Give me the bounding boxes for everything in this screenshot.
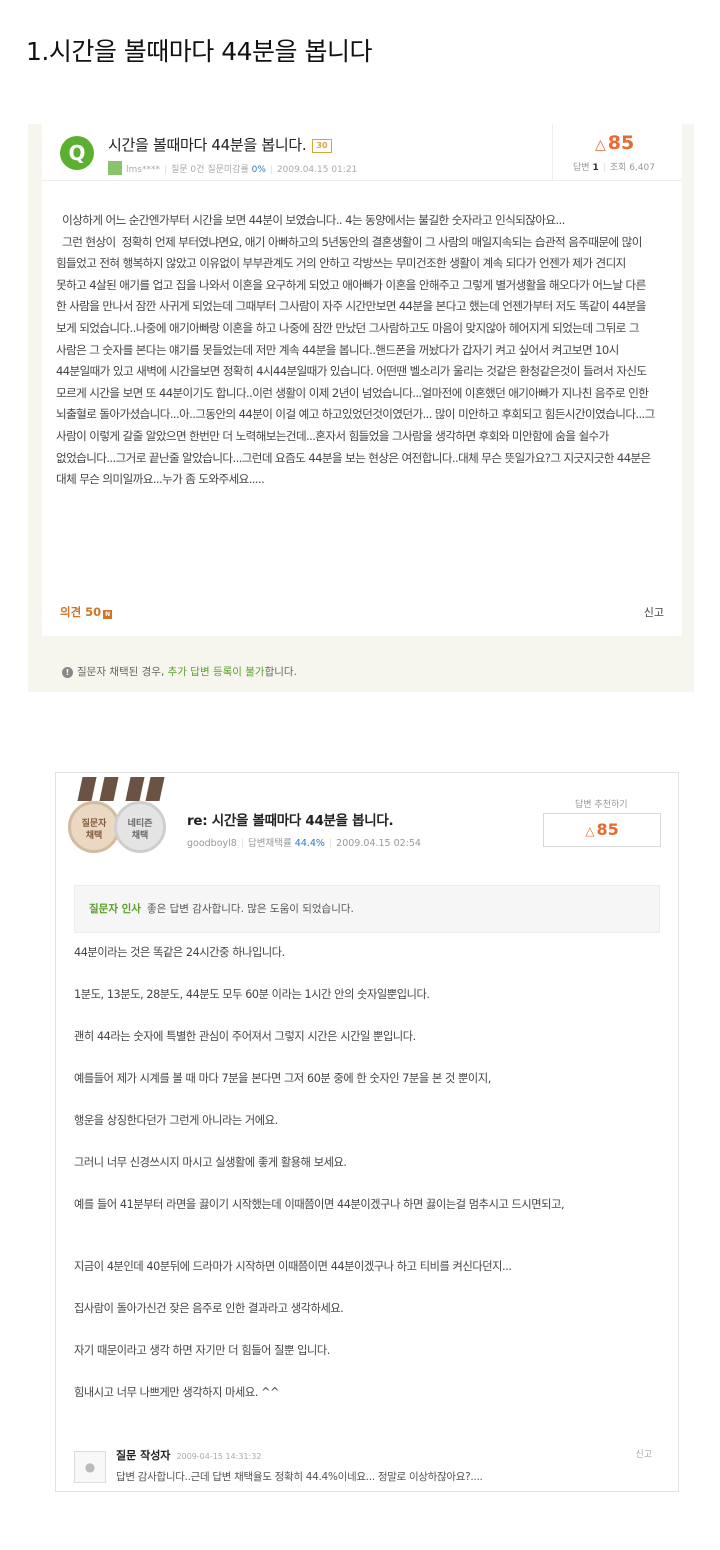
notice-highlight: 추가 답변 등록이 불가 xyxy=(167,666,265,678)
answer-paragraph: 예를 들어 41분부터 라면을 끓이기 시작했는데 이때쯤이면 44분이겠구나 … xyxy=(74,1198,565,1211)
question-title: 시간을 볼때마다 44분을 봅니다. 30 xyxy=(108,134,332,155)
medal-ribbon-icon xyxy=(125,777,145,801)
question-author[interactable]: lms**** xyxy=(126,165,160,175)
thumb-up-icon: △ xyxy=(585,824,595,838)
recommend-button[interactable]: △ 85 xyxy=(543,813,661,847)
answer-paragraph: 그러니 너무 신경쓰시지 마시고 실생활에 좋게 활용해 보세요. xyxy=(74,1156,347,1169)
divider xyxy=(42,180,682,181)
question-count: 질문 0건 xyxy=(171,165,205,175)
alert-icon: ! xyxy=(62,667,73,678)
author-avatar-icon xyxy=(108,161,122,175)
answer-panel: 질문자 채택 네티즌 채택 re: 시간을 볼때마다 44분을 봅니다. goodb… xyxy=(55,772,679,1492)
answer-paragraph: 괜히 44라는 숫자에 특별한 관심이 주어져서 그렇지 시간은 시간일 뿐입니… xyxy=(74,1030,416,1043)
comment-report-link[interactable]: 신고 xyxy=(635,1447,652,1460)
comments-link[interactable]: 의견 50 N xyxy=(60,604,113,620)
answer-count: 1 xyxy=(592,163,599,173)
question-stats: △ 85 답변 1 | 조회 6,407 xyxy=(552,124,682,180)
report-link[interactable]: 신고 xyxy=(644,604,664,620)
asker-choice-medal-icon: 질문자 채택 xyxy=(68,801,120,853)
commenter-avatar-icon: ● xyxy=(74,1451,106,1483)
answer-paragraph: 지금이 4분인데 40분뒤에 드라마가 시작하면 이때쯤이면 44분이겠구나 하… xyxy=(74,1260,512,1273)
points-badge: 30 xyxy=(312,139,332,153)
answer-meta: goodboyl8 | 답변채택률 44.4% | 2009.04.15 02:54 xyxy=(187,838,421,849)
answer-paragraph: 힘내시고 너무 나쁘게만 생각하지 마세요. ^^ xyxy=(74,1386,280,1399)
comment-author: 질문 작성자 2009-04-15 14:31:32 xyxy=(116,1449,262,1462)
unanswered-rate: 0% xyxy=(251,165,266,175)
medal-ribbon-icon xyxy=(145,777,165,801)
greeting-text: 좋은 답변 감사합니다. 많은 도움이 되었습니다. xyxy=(146,903,354,915)
medal-ribbon-icon xyxy=(77,777,97,801)
question-meta: lms**** | 질문 0건 질문미감률 0% | 2009.04.15 01:21 xyxy=(108,161,357,175)
answer-paragraph: 예를들어 제가 시계를 볼 때 마다 7분을 본다면 그저 60분 중에 한 숫… xyxy=(74,1072,491,1085)
notice: ! 질문자 채택된 경우, 추가 답변 등록이 불가합니다. xyxy=(62,664,297,679)
netizen-choice-medal-icon: 네티즌 채택 xyxy=(114,801,166,853)
medal-ribbon-icon xyxy=(99,777,119,801)
comment-date: 2009-04-15 14:31:32 xyxy=(176,1452,262,1461)
thumb-up-icon: △ xyxy=(595,137,606,153)
question-card: Q 시간을 볼때마다 44분을 봅니다. 30 lms**** | 질문 0건 질문미… xyxy=(42,124,682,636)
question-title-text: 시간을 볼때마다 44분을 봅니다. xyxy=(108,136,307,154)
answer-paragraph: 44분이라는 것은 똑같은 24시간중 하나입니다. xyxy=(74,946,285,959)
answer-paragraph: 행운을 상징한다던가 그런게 아니라는 거에요. xyxy=(74,1114,278,1127)
unanswered-label: 질문미감률 xyxy=(207,165,249,175)
answer-author[interactable]: goodboyl8 xyxy=(187,838,237,849)
answer-rate: 44.4% xyxy=(294,838,325,849)
answer-paragraph: 집사람이 돌아가신건 잦은 음주로 인한 결과라고 생각하세요. xyxy=(74,1302,344,1315)
answer-comment: ● 질문 작성자 2009-04-15 14:31:32 답변 감사합니다..근데… xyxy=(74,1445,660,1483)
answer-date: 2009.04.15 02:54 xyxy=(336,838,421,849)
question-score: △ 85 xyxy=(595,132,635,154)
recommend-label: 답변 추천하기 xyxy=(575,800,628,810)
answer-paragraph: 자기 때문이라고 생각 하면 자기만 더 힘들어 질뿐 입니다. xyxy=(74,1344,330,1357)
question-panel: Q 시간을 볼때마다 44분을 봅니다. 30 lms**** | 질문 0건 질문미… xyxy=(28,124,694,692)
comment-text: 답변 감사합니다..근데 답변 채택율도 정확히 44.4%이네요... 정말로… xyxy=(116,1471,483,1483)
question-counts: 답변 1 | 조회 6,407 xyxy=(573,163,655,173)
question-q-icon: Q xyxy=(60,136,94,170)
question-date: 2009.04.15 01:21 xyxy=(276,165,358,175)
page-title: 1.시간을 볼때마다 44분을 봅니다 xyxy=(26,37,373,66)
asker-greeting: 질문자 인사 좋은 답변 감사합니다. 많은 도움이 되었습니다. xyxy=(74,885,660,933)
view-count: 6,407 xyxy=(629,163,655,173)
greeting-label: 질문자 인사 xyxy=(89,903,141,915)
answer-paragraph: 1분도, 13분도, 28분도, 44분도 모두 60분 이라는 1시간 안의 … xyxy=(74,988,430,1001)
new-badge-icon: N xyxy=(103,610,113,619)
question-body: 이상하게 어느 순간엔가부터 시간을 보면 44분이 보였습니다.. 4는 동양… xyxy=(56,213,655,487)
answer-title: re: 시간을 볼때마다 44분을 봅니다. xyxy=(187,813,394,829)
